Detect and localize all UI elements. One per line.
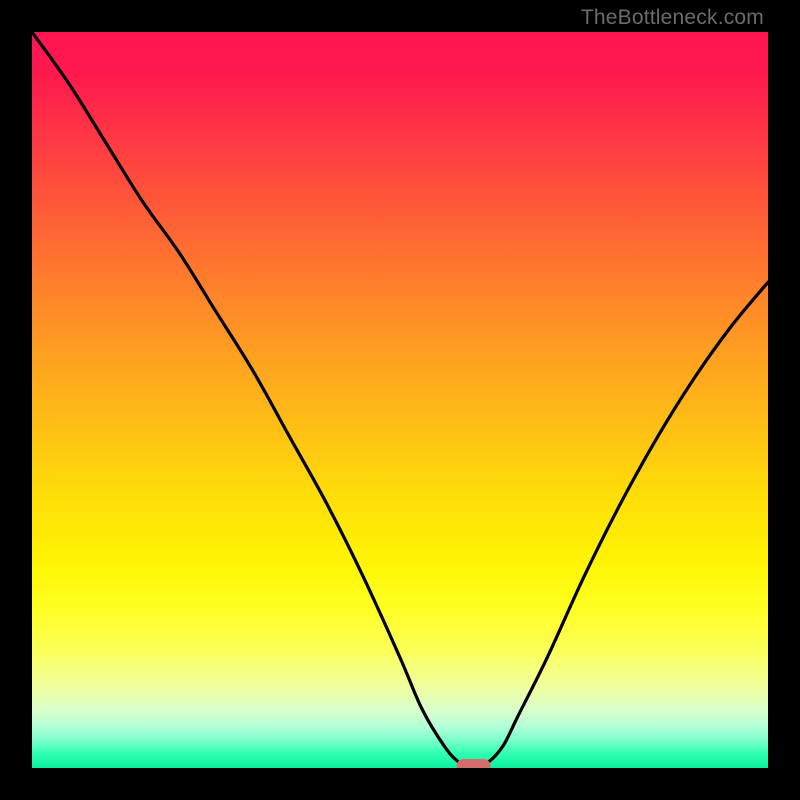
chart-frame: TheBottleneck.com bbox=[0, 0, 800, 800]
curve-layer bbox=[32, 32, 768, 768]
plot-area bbox=[32, 32, 768, 768]
bottleneck-curve bbox=[32, 32, 768, 768]
attribution-text: TheBottleneck.com bbox=[581, 6, 764, 30]
minimum-marker bbox=[457, 759, 491, 768]
